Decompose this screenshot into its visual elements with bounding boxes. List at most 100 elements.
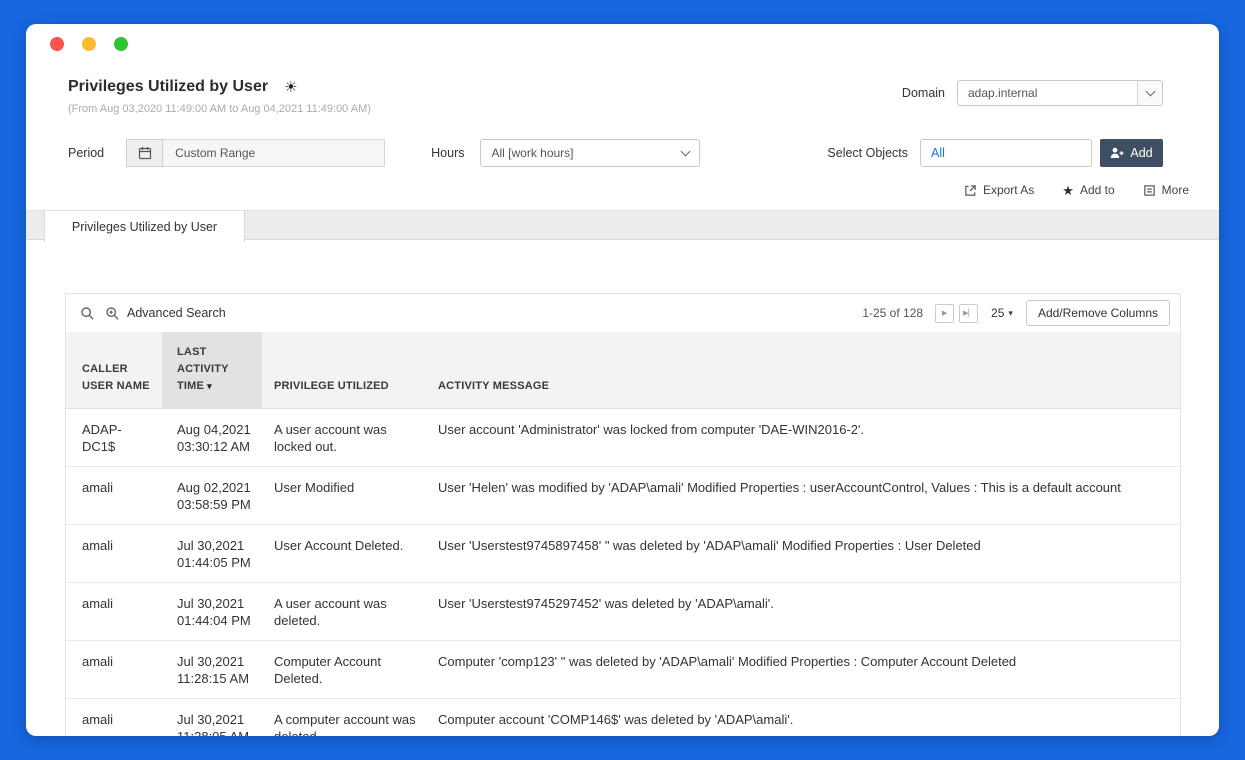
- cell-last-activity-time: Jul 30,2021 01:44:05 PM: [162, 525, 262, 583]
- export-icon: [964, 184, 977, 197]
- cell-last-activity-time: Jul 30,2021 11:28:05 AM: [162, 699, 262, 736]
- report-header: Privileges Utilized by User ☀ (From Aug …: [26, 64, 1219, 115]
- column-label: PRIVILEGE UTILIZED: [274, 380, 389, 392]
- calendar-button[interactable]: [126, 139, 163, 167]
- more-label: More: [1162, 183, 1189, 197]
- period-range-field[interactable]: Custom Range: [163, 139, 385, 167]
- cell-caller-user-name: amali: [66, 525, 162, 583]
- cell-privilege-utilized: A user account was deleted.: [262, 583, 424, 641]
- hours-select[interactable]: All [work hours]: [480, 139, 700, 167]
- search-button[interactable]: [76, 302, 99, 325]
- cell-activity-message: Computer account 'COMP146$' was deleted …: [424, 699, 1180, 736]
- more-button[interactable]: More: [1143, 183, 1189, 197]
- table-row[interactable]: amali Jul 30,2021 11:28:05 AM A computer…: [66, 699, 1180, 736]
- select-objects-value: All: [931, 146, 945, 160]
- last-page-icon: ▶▏: [963, 309, 974, 317]
- cell-activity-message: User 'Helen' was modified by 'ADAP\amali…: [424, 467, 1180, 525]
- cell-last-activity-time: Aug 02,2021 03:58:59 PM: [162, 467, 262, 525]
- report-actions-row: Export As ★ Add to More: [26, 167, 1219, 197]
- minimize-window-button[interactable]: [82, 37, 96, 51]
- page-size-value: 25: [991, 306, 1004, 320]
- sort-desc-icon: ▾: [207, 381, 212, 391]
- report-table: CALLER USER NAME LAST ACTIVITY TIME▾ PRI…: [66, 332, 1180, 736]
- report-title-block: Privileges Utilized by User ☀ (From Aug …: [68, 78, 371, 115]
- hours-select-value: All [work hours]: [481, 146, 682, 160]
- period-label: Period: [68, 146, 104, 160]
- column-header-privilege-utilized[interactable]: PRIVILEGE UTILIZED: [262, 332, 424, 409]
- cell-caller-user-name: ADAP-DC1$: [66, 409, 162, 467]
- cell-privilege-utilized: Computer Account Deleted.: [262, 641, 424, 699]
- domain-select[interactable]: adap.internal: [957, 80, 1163, 106]
- column-label: ACTIVITY MESSAGE: [438, 380, 549, 392]
- cell-privilege-utilized: A user account was locked out.: [262, 409, 424, 467]
- advanced-search-icon: [105, 306, 120, 321]
- cell-last-activity-time: Jul 30,2021 01:44:04 PM: [162, 583, 262, 641]
- cell-caller-user-name: amali: [66, 467, 162, 525]
- table-row[interactable]: amali Aug 02,2021 03:58:59 PM User Modif…: [66, 467, 1180, 525]
- export-as-label: Export As: [983, 183, 1034, 197]
- column-header-last-activity-time[interactable]: LAST ACTIVITY TIME▾: [162, 332, 262, 409]
- add-remove-columns-button[interactable]: Add/Remove Columns: [1026, 300, 1170, 326]
- select-objects-field[interactable]: All: [920, 139, 1092, 167]
- period-range-value: Custom Range: [175, 146, 255, 160]
- report-table-card: Advanced Search 1-25 of 128 ▶ ▶▏ 25 ▾ Ad…: [65, 293, 1181, 736]
- domain-selector-group: Domain adap.internal: [902, 80, 1163, 106]
- tab-privileges-utilized-by-user[interactable]: Privileges Utilized by User: [44, 211, 245, 242]
- table-header-row: CALLER USER NAME LAST ACTIVITY TIME▾ PRI…: [66, 332, 1180, 409]
- pagination-range-text: 1-25 of 128: [862, 306, 923, 320]
- add-to-label: Add to: [1080, 183, 1115, 197]
- tab-label: Privileges Utilized by User: [72, 220, 217, 234]
- hours-label: Hours: [431, 146, 464, 160]
- page-title: Privileges Utilized by User: [68, 78, 268, 96]
- table-row[interactable]: amali Jul 30,2021 01:44:04 PM A user acc…: [66, 583, 1180, 641]
- caret-down-icon: ▾: [1008, 308, 1013, 319]
- close-window-button[interactable]: [50, 37, 64, 51]
- column-label: LAST ACTIVITY TIME: [177, 346, 229, 392]
- more-icon: [1143, 184, 1156, 197]
- star-icon: ★: [1062, 184, 1074, 197]
- domain-label: Domain: [902, 86, 945, 100]
- next-page-button[interactable]: ▶: [935, 304, 954, 323]
- table-row[interactable]: amali Jul 30,2021 01:44:05 PM User Accou…: [66, 525, 1180, 583]
- chevron-down-icon: [1137, 81, 1162, 105]
- table-row[interactable]: amali Jul 30,2021 11:28:15 AM Computer A…: [66, 641, 1180, 699]
- advanced-search-label: Advanced Search: [127, 306, 226, 320]
- column-header-caller-user-name[interactable]: CALLER USER NAME: [66, 332, 162, 409]
- domain-select-value: adap.internal: [958, 86, 1137, 100]
- schedule-report-icon[interactable]: ☀: [284, 80, 297, 95]
- app-window: Privileges Utilized by User ☀ (From Aug …: [26, 24, 1219, 736]
- export-as-button[interactable]: Export As: [964, 183, 1034, 197]
- add-objects-button[interactable]: Add: [1100, 139, 1163, 167]
- table-row[interactable]: ADAP-DC1$ Aug 04,2021 03:30:12 AM A user…: [66, 409, 1180, 467]
- advanced-search-button[interactable]: Advanced Search: [105, 306, 226, 321]
- cell-activity-message: Computer 'comp123' " was deleted by 'ADA…: [424, 641, 1180, 699]
- report-tabstrip: Privileges Utilized by User: [26, 210, 1219, 240]
- cell-activity-message: User 'Userstest9745897458' " was deleted…: [424, 525, 1180, 583]
- cell-privilege-utilized: A computer account was deleted.: [262, 699, 424, 736]
- cell-privilege-utilized: User Account Deleted.: [262, 525, 424, 583]
- next-page-icon: ▶: [942, 309, 947, 317]
- cell-last-activity-time: Aug 04,2021 03:30:12 AM: [162, 409, 262, 467]
- cell-activity-message: User account 'Administrator' was locked …: [424, 409, 1180, 467]
- cell-caller-user-name: amali: [66, 699, 162, 736]
- calendar-icon: [138, 146, 152, 160]
- period-picker: Custom Range: [126, 139, 385, 167]
- cell-last-activity-time: Jul 30,2021 11:28:15 AM: [162, 641, 262, 699]
- column-label: CALLER USER NAME: [82, 363, 150, 392]
- cell-caller-user-name: amali: [66, 583, 162, 641]
- add-user-icon: [1110, 147, 1124, 159]
- column-header-activity-message[interactable]: ACTIVITY MESSAGE: [424, 332, 1180, 409]
- window-titlebar: [26, 24, 1219, 64]
- page-size-dropdown[interactable]: 25 ▾: [991, 306, 1013, 320]
- last-page-button[interactable]: ▶▏: [959, 304, 978, 323]
- maximize-window-button[interactable]: [114, 37, 128, 51]
- table-toolbar: Advanced Search 1-25 of 128 ▶ ▶▏ 25 ▾ Ad…: [66, 294, 1180, 332]
- add-button-label: Add: [1130, 146, 1152, 160]
- select-objects-label: Select Objects: [827, 146, 908, 160]
- cell-activity-message: User 'Userstest9745297452' was deleted b…: [424, 583, 1180, 641]
- filter-row: Period Custom Range Hours All [work hour…: [26, 115, 1219, 167]
- chevron-down-icon: [682, 151, 699, 155]
- cell-caller-user-name: amali: [66, 641, 162, 699]
- cell-privilege-utilized: User Modified: [262, 467, 424, 525]
- add-to-favorites-button[interactable]: ★ Add to: [1062, 183, 1114, 197]
